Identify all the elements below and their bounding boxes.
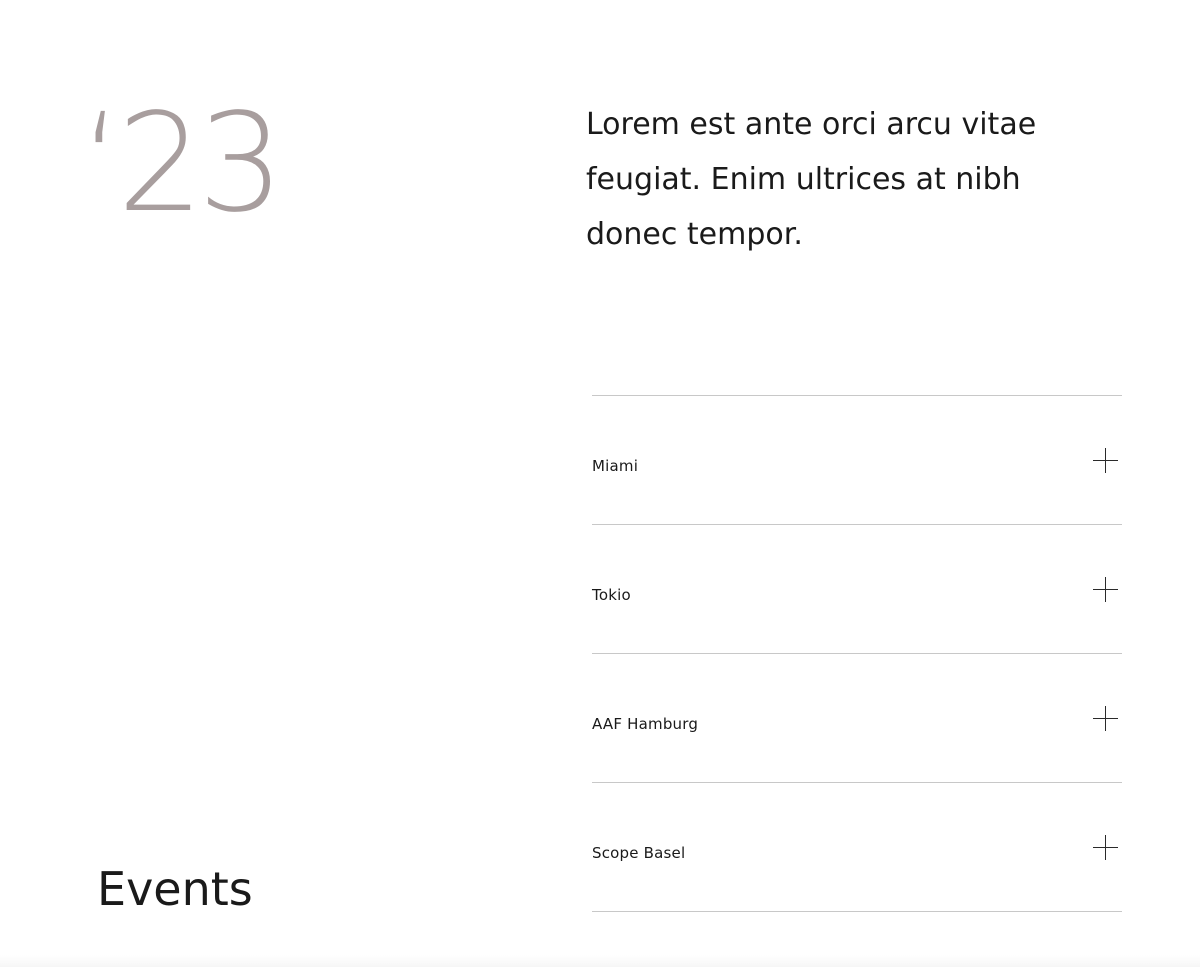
accordion-item-label: Scope Basel [592,844,686,862]
accordion-item-scope-basel[interactable]: Scope Basel [592,783,1122,912]
plus-icon[interactable] [1093,835,1118,860]
section-title: Events [97,862,253,916]
year-display: ‘23 [80,85,284,243]
accordion-item-miami[interactable]: Miami [592,396,1122,525]
accordion-item-tokio[interactable]: Tokio [592,525,1122,654]
accordion-item-aaf-hamburg[interactable]: AAF Hamburg [592,654,1122,783]
accordion-item-label: AAF Hamburg [592,715,699,733]
intro-text: Lorem est ante orci arcu vitae feugiat. … [586,107,1037,252]
bottom-shadow [0,955,1200,967]
events-accordion: Miami Tokio AAF Hamburg Scope Basel [592,395,1122,912]
plus-icon[interactable] [1093,577,1118,602]
plus-icon[interactable] [1093,706,1118,731]
accordion-item-label: Miami [592,457,639,475]
accordion-item-label: Tokio [592,586,631,604]
plus-icon[interactable] [1093,448,1118,473]
